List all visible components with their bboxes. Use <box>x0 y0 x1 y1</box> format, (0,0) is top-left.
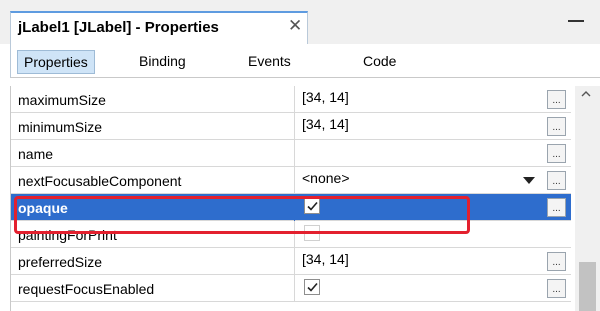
requestfocusenabled-checkbox[interactable] <box>304 279 320 295</box>
property-row-minimumsize[interactable]: minimumSize [34, 14] ... <box>11 113 571 140</box>
ellipsis-button[interactable]: ... <box>547 198 566 217</box>
property-name: maximumSize <box>18 92 106 108</box>
window-title: jLabel1 [JLabel] - Properties <box>18 19 219 36</box>
property-name: preferredSize <box>18 254 103 270</box>
ellipsis-button[interactable]: ... <box>547 279 566 298</box>
column-divider <box>294 140 295 167</box>
property-value[interactable]: [34, 14] <box>302 251 349 267</box>
ellipsis-button[interactable]: ... <box>547 117 566 136</box>
tab-binding[interactable]: Binding <box>133 50 192 74</box>
column-divider <box>294 167 295 194</box>
property-value[interactable]: [34, 14] <box>302 89 349 105</box>
property-name: requestFocusEnabled <box>18 281 155 297</box>
property-row-name[interactable]: name ... <box>11 140 571 167</box>
tab-code[interactable]: Code <box>357 50 402 74</box>
column-divider <box>294 86 295 113</box>
ellipsis-button[interactable]: ... <box>547 90 566 109</box>
property-name: minimumSize <box>18 119 103 135</box>
ellipsis-button[interactable]: ... <box>547 144 566 163</box>
property-value[interactable]: <none> <box>302 170 350 186</box>
ellipsis-button[interactable]: ... <box>547 171 566 190</box>
property-row-maximumsize[interactable]: maximumSize [34, 14] ... <box>11 86 571 113</box>
property-row-requestfocusenabled[interactable]: requestFocusEnabled ... <box>11 275 571 302</box>
property-name: nextFocusableComponent <box>18 173 182 189</box>
highlight-annotation <box>14 196 470 234</box>
property-row-preferredsize[interactable]: preferredSize [34, 14] ... <box>11 248 571 275</box>
panel-title-bar: jLabel1 [JLabel] - Properties ✕ <box>0 0 600 44</box>
scrollbar-thumb[interactable] <box>579 262 596 311</box>
minimize-icon[interactable] <box>568 20 584 22</box>
property-value[interactable]: [34, 14] <box>302 116 349 132</box>
dropdown-arrow-icon[interactable] <box>523 177 535 184</box>
property-name: name <box>18 146 54 162</box>
property-row-nextfocusablecomponent[interactable]: nextFocusableComponent <none> ... <box>11 167 571 194</box>
scroll-up-icon[interactable] <box>581 89 591 99</box>
checkmark-icon <box>307 282 318 292</box>
tab-properties[interactable]: Properties <box>17 50 95 74</box>
column-divider <box>294 113 295 140</box>
close-icon[interactable]: ✕ <box>288 16 302 36</box>
column-divider <box>294 275 295 302</box>
tab-events[interactable]: Events <box>242 50 297 74</box>
column-divider <box>294 248 295 275</box>
vertical-scrollbar[interactable] <box>575 86 600 311</box>
ellipsis-button[interactable]: ... <box>547 252 566 271</box>
properties-window-tab[interactable]: jLabel1 [JLabel] - Properties ✕ <box>10 11 308 44</box>
property-tabs: Properties Binding Events Code <box>10 44 600 78</box>
